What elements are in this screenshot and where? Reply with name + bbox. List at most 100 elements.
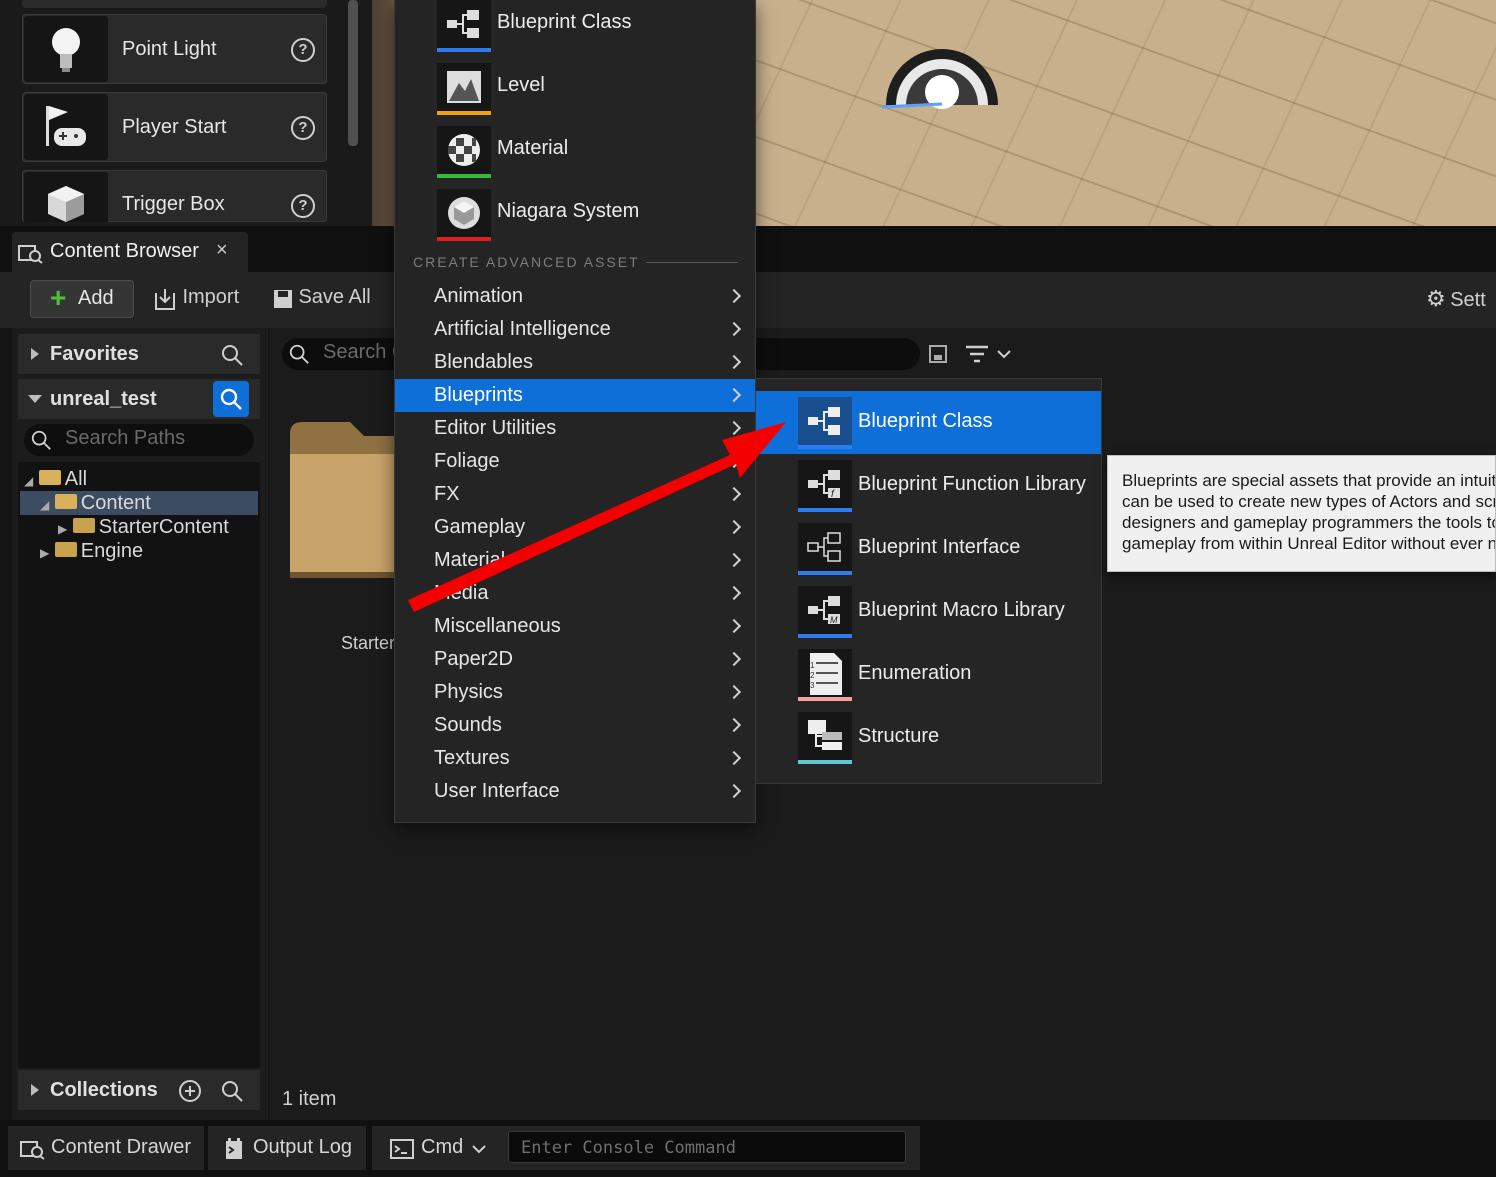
save-icon [274,289,292,308]
asset-color-bar [437,111,491,115]
favorites-header[interactable]: Favorites [18,334,260,374]
collapse-icon [28,395,42,403]
advanced-asset-header: CREATE ADVANCED ASSET [413,254,640,270]
collections-header[interactable]: Collections [18,1070,260,1110]
folder-startercontent[interactable] [290,420,396,580]
menu-category-physics[interactable]: Physics [395,676,755,709]
submenu-item-blueprint-function-library[interactable]: f Blueprint Function Library [756,454,1101,517]
chevron-down-icon[interactable] [472,1144,486,1154]
flag-gamepad-icon [24,94,108,160]
output-log-label: Output Log [253,1136,352,1158]
menu-category-gameplay[interactable]: Gameplay [395,511,755,544]
submenu-item-enumeration[interactable]: 123 Enumeration [756,643,1101,706]
chevron-right-icon [726,552,742,568]
help-icon[interactable]: ? [291,38,315,62]
gear-icon: ⚙ [1426,286,1446,311]
asset-color-bar [437,48,491,52]
asset-color-bar [798,760,852,764]
output-log-icon [226,1138,242,1159]
chevron-right-icon [726,750,742,766]
category-label: Blueprints [434,384,523,406]
search-paths-input[interactable]: Search Paths [24,424,254,456]
search-icon [220,388,242,410]
search-icon[interactable] [220,343,244,367]
tab-content-browser[interactable]: Content Browser × [12,232,248,272]
menu-category-media[interactable]: Media [395,577,755,610]
category-label: FX [434,483,460,505]
chevron-right-icon [726,453,742,469]
actor-item-point-light[interactable]: Point Light ? [22,14,327,84]
category-label: Physics [434,681,503,703]
menu-category-materials[interactable]: Materials [395,544,755,577]
actor-item-label: Point Light [122,38,217,60]
light-gizmo-icon [882,49,998,109]
asset-search-placeholder: Search C [323,341,407,363]
actor-item-partial [22,0,327,8]
scrollbar-thumb[interactable] [348,0,358,146]
actor-item-player-start[interactable]: Player Start ? [22,92,327,162]
help-icon[interactable]: ? [291,194,315,218]
help-icon[interactable]: ? [291,116,315,140]
menu-category-foliage[interactable]: Foliage [395,445,755,478]
add-button[interactable]: + Add [30,280,134,318]
category-label: Sounds [434,714,502,736]
tree-item-label: Engine [80,540,144,562]
tree-item-startercontent[interactable]: ▶ StarterContent [58,515,229,539]
tree-item-all[interactable]: ◢ All [24,467,87,491]
menu-category-user-interface[interactable]: User Interface [395,775,755,808]
add-circle-icon[interactable] [178,1079,202,1103]
settings-button[interactable]: ⚙ Sett [1426,286,1486,312]
category-label: Gameplay [434,516,526,538]
folder-open-icon [38,470,61,486]
tree-item-content[interactable]: ◢ Content [40,491,151,515]
niagara-icon [437,189,491,237]
plus-icon: + [50,282,67,313]
cmd-label[interactable]: Cmd [421,1136,463,1159]
submenu-item-blueprint-class[interactable]: Blueprint Class [756,391,1101,454]
close-icon[interactable]: × [216,239,228,262]
menu-category-animation[interactable]: Animation [395,280,755,313]
actor-item-label: Trigger Box [122,193,225,215]
menu-category-sounds[interactable]: Sounds [395,709,755,742]
submenu-item-structure[interactable]: Structure [756,706,1101,769]
actor-item-label: Player Start [122,116,227,138]
menu-category-fx[interactable]: FX [395,478,755,511]
chevron-right-icon [726,486,742,502]
svg-text:3: 3 [810,681,815,690]
menu-category-artificial-intelligence[interactable]: Artificial Intelligence [395,313,755,346]
search-toggle-button[interactable] [213,381,249,417]
search-icon[interactable] [220,1079,244,1103]
menu-category-blendables[interactable]: Blendables [395,346,755,379]
search-paths-placeholder: Search Paths [65,427,186,449]
submenu-item-blueprint-macro-library[interactable]: M Blueprint Macro Library [756,580,1101,643]
import-button[interactable]: Import [152,286,239,311]
tree-item-label: StarterContent [98,516,229,538]
category-label: User Interface [434,780,560,802]
actor-item-trigger-box[interactable]: Trigger Box ? [22,170,327,222]
filter-icon[interactable] [964,344,1012,364]
submenu-item-blueprint-interface[interactable]: Blueprint Interface [756,517,1101,580]
save-search-icon[interactable] [928,344,948,364]
submenu-item-label: Blueprint Interface [858,536,1021,558]
content-drawer-button[interactable]: Content Drawer [8,1126,204,1170]
chevron-right-icon [726,420,742,436]
svg-text:2: 2 [810,671,815,680]
submenu-item-label: Blueprint Class [858,410,993,432]
interface-icon [798,523,852,571]
chevron-right-icon [726,288,742,304]
menu-category-blueprints[interactable]: Blueprints [395,379,755,412]
tree-item-label: Content [80,492,151,514]
tree-item-label: All [64,468,88,490]
favorites-label: Favorites [50,343,139,365]
tree-item-engine[interactable]: ▶ Engine [40,539,143,563]
menu-category-paper2d[interactable]: Paper2D [395,643,755,676]
menu-category-editor-utilities[interactable]: Editor Utilities [395,412,755,445]
menu-category-miscellaneous[interactable]: Miscellaneous [395,610,755,643]
submenu-item-label: Enumeration [858,662,972,684]
save-all-button[interactable]: Save All [272,286,371,310]
menu-category-textures[interactable]: Textures [395,742,755,775]
project-header[interactable]: unreal_test [18,379,260,419]
output-log-button[interactable]: Output Log [208,1126,366,1170]
console-command-input[interactable]: Enter Console Command [508,1131,906,1163]
chevron-right-icon [726,321,742,337]
